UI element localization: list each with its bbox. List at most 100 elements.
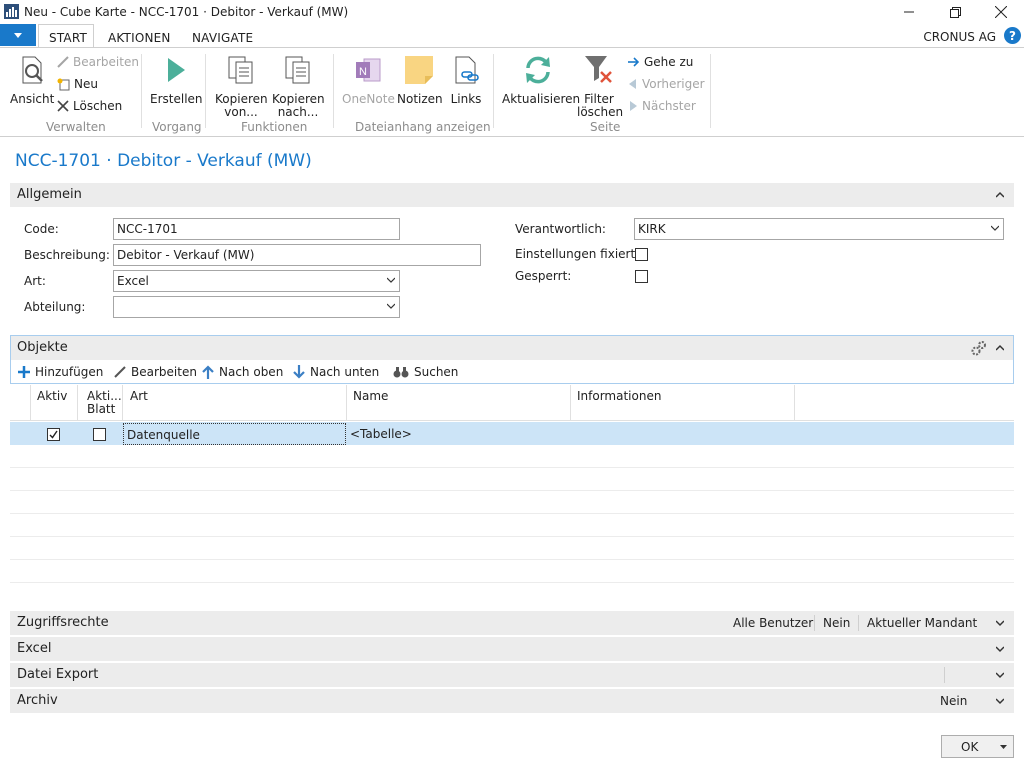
fasttab-datei-export[interactable]: Datei Export [10, 663, 1014, 687]
fasttab-allgemein[interactable]: Allgemein [10, 183, 1014, 207]
erstellen-label: Erstellen [150, 92, 203, 106]
beschreibung-field[interactable]: Debitor - Verkauf (MW) [113, 244, 481, 266]
column-divider [346, 385, 347, 421]
notizen-button[interactable]: Notizen [397, 54, 443, 106]
column-art[interactable]: Art [130, 390, 148, 403]
fasttab-zugriffsrechte[interactable]: Zugriffsrechte Alle Benutzer Nein Aktuel… [10, 611, 1014, 635]
column-informationen[interactable]: Informationen [577, 390, 661, 403]
value-divider [944, 667, 945, 683]
close-button[interactable] [978, 0, 1024, 24]
file-menu-button[interactable] [0, 24, 36, 46]
links-button[interactable]: Links [447, 54, 485, 106]
checkmark-icon [49, 430, 58, 439]
play-icon [168, 58, 185, 82]
column-divider [570, 385, 571, 421]
art-dropdown[interactable]: Excel [113, 270, 400, 292]
fasttab-archiv[interactable]: Archiv Nein [10, 689, 1014, 713]
column-aktiv-blatt[interactable]: Akti... Blatt [87, 390, 122, 416]
restore-icon [949, 6, 961, 18]
chevron-down-icon [387, 303, 395, 309]
code-value: NCC-1701 [117, 222, 178, 236]
nach-unten-button[interactable]: Nach unten [293, 365, 379, 379]
group-funktionen-label: Funktionen [241, 120, 308, 134]
filter-loeschen-button[interactable]: Filter löschen [577, 54, 623, 119]
gehe-zu-button[interactable]: Gehe zu [628, 55, 693, 69]
column-aktiv-blatt-line2: Blatt [87, 402, 116, 416]
column-divider [77, 385, 78, 421]
svg-text:N: N [359, 66, 367, 78]
ansicht-button[interactable]: Ansicht [10, 54, 55, 106]
art-value: Excel [117, 274, 149, 288]
tab-aktionen[interactable]: AKTIONEN [108, 31, 171, 45]
gesperrt-checkbox[interactable] [635, 270, 648, 283]
verantwortlich-dropdown[interactable]: KIRK [634, 218, 1004, 240]
minimize-button[interactable] [886, 0, 932, 24]
beschreibung-value: Debitor - Verkauf (MW) [117, 248, 255, 262]
tab-navigate[interactable]: NAVIGATE [192, 31, 253, 45]
onenote-button[interactable]: N OneNote [342, 54, 395, 106]
nach-oben-button[interactable]: Nach oben [202, 365, 283, 379]
value-divider [814, 615, 815, 631]
code-field[interactable]: NCC-1701 [113, 218, 400, 240]
grid-empty-row-line [10, 467, 1014, 468]
arrow-right-icon [628, 57, 640, 67]
hinzufuegen-button[interactable]: Hinzufügen [18, 365, 103, 379]
einstellungen-checkbox[interactable] [635, 248, 648, 261]
loeschen-button[interactable]: Löschen [57, 99, 122, 113]
tab-start[interactable]: START [49, 31, 87, 45]
fasttab-objekte[interactable]: Objekte [11, 336, 1013, 360]
row-aktiv-checkbox[interactable] [47, 428, 60, 441]
naechster-button[interactable]: Nächster [628, 99, 696, 113]
ribbon: Ansicht Bearbeiten Neu Löschen Verwalten… [0, 47, 1024, 137]
kopieren-nach-label-2: nach... [277, 105, 319, 119]
fasttab-excel[interactable]: Excel [10, 637, 1014, 661]
kopieren-von-button[interactable]: Kopieren von... [215, 54, 268, 119]
grid-header: Aktiv Akti... Blatt Art Name Information… [10, 385, 1014, 421]
help-icon[interactable]: ? [1004, 27, 1021, 44]
notizen-label: Notizen [397, 92, 443, 106]
arrow-down-icon [293, 365, 305, 379]
grid-empty-row-line [10, 559, 1014, 560]
chevron-down-icon [996, 620, 1004, 627]
company-name[interactable]: CRONUS AG [923, 30, 996, 44]
onenote-icon: N [356, 58, 381, 82]
suchen-label: Suchen [414, 365, 459, 379]
grid-empty-row-line [10, 513, 1014, 514]
ansicht-label: Ansicht [10, 92, 55, 106]
caret-down-icon[interactable] [1000, 745, 1007, 750]
nach-oben-label: Nach oben [219, 365, 284, 379]
row-art-cell[interactable]: Datenquelle [123, 423, 346, 445]
gesperrt-label: Gesperrt: [515, 269, 572, 283]
ok-button[interactable]: OK [941, 735, 1014, 758]
kopieren-nach-button[interactable]: Kopieren nach... [272, 54, 325, 119]
neu-button[interactable]: Neu [57, 77, 98, 91]
chevron-down-icon [387, 277, 395, 283]
gears-icon[interactable] [971, 340, 987, 356]
objekte-bearbeiten-button[interactable]: Bearbeiten [114, 365, 197, 379]
arrow-up-icon [202, 365, 214, 379]
caret-down-icon [14, 32, 22, 38]
window-title: Neu - Cube Karte - NCC-1701 · Debitor - … [24, 5, 349, 19]
suchen-button[interactable]: Suchen [393, 365, 458, 379]
restore-button[interactable] [932, 0, 978, 24]
fasttab-zugriffsrechte-title: Zugriffsrechte [17, 615, 109, 630]
abteilung-dropdown[interactable] [113, 296, 400, 318]
beschreibung-label: Beschreibung: [24, 248, 110, 262]
zugriffsrechte-value-3: Aktueller Mandant [867, 616, 978, 630]
ribbon-separator [205, 54, 206, 128]
copy-to-icon [285, 56, 310, 84]
naechster-label: Nächster [642, 99, 696, 113]
erstellen-button[interactable]: Erstellen [150, 54, 203, 106]
chevron-up-icon [996, 344, 1004, 351]
bearbeiten-button[interactable]: Bearbeiten [57, 55, 139, 69]
column-aktiv[interactable]: Aktiv [37, 390, 67, 403]
triangle-right-icon [630, 101, 637, 111]
vorheriger-button[interactable]: Vorheriger [628, 77, 705, 91]
table-row[interactable]: Datenquelle <Tabelle> [10, 422, 1014, 445]
hinzufuegen-label: Hinzufügen [35, 365, 104, 379]
column-name[interactable]: Name [353, 390, 388, 403]
aktualisieren-button[interactable]: Aktualisieren [502, 54, 580, 106]
value-divider [858, 615, 859, 631]
row-aktiv-blatt-checkbox[interactable] [93, 428, 106, 441]
group-verwalten-label: Verwalten [46, 120, 106, 134]
